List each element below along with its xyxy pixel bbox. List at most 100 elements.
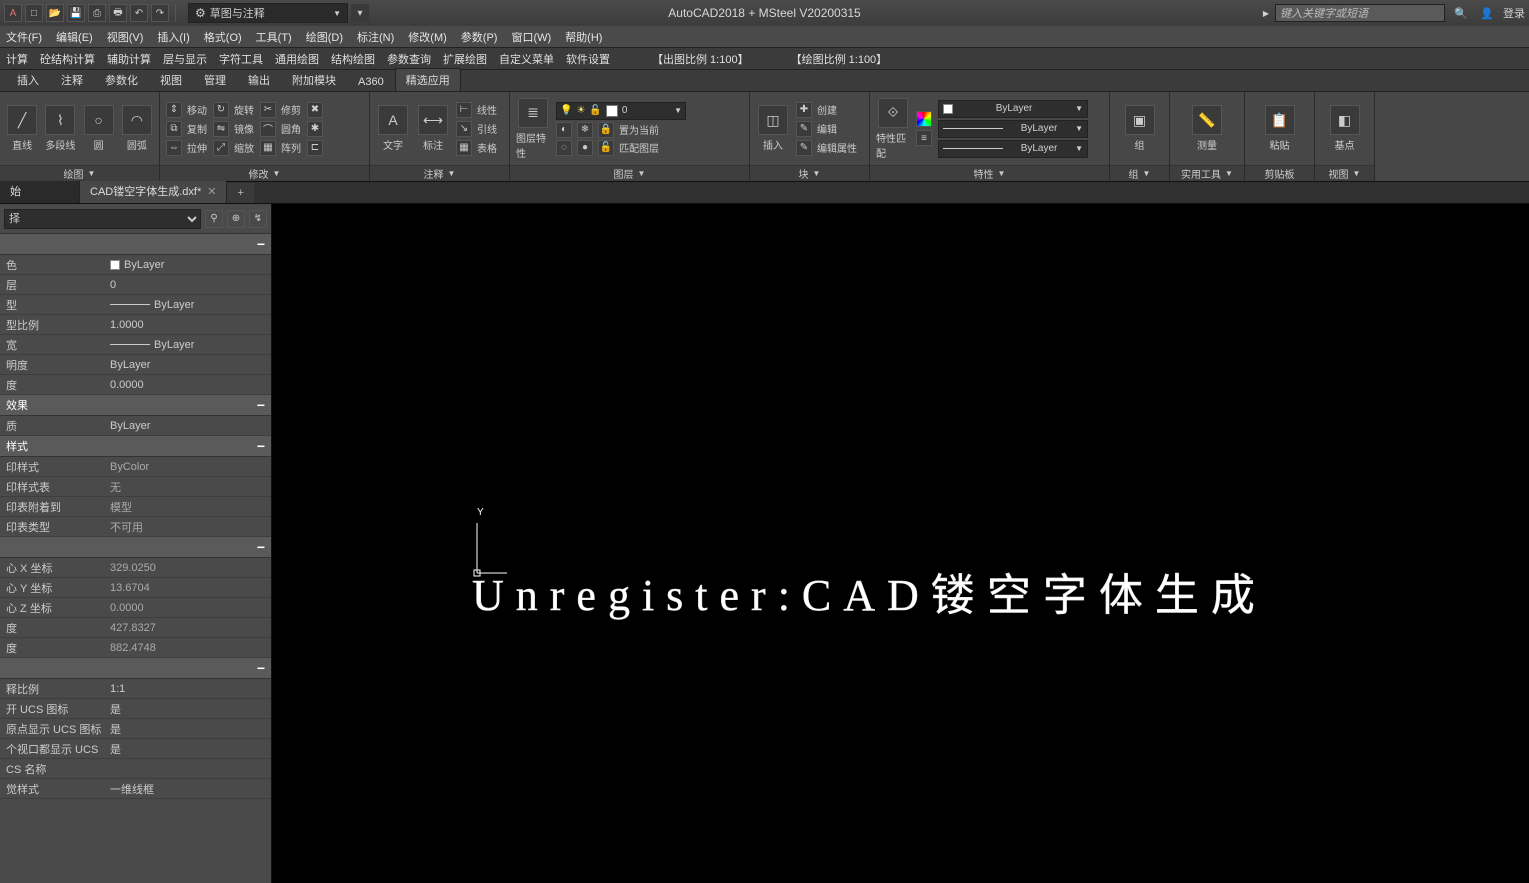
base-button[interactable]: ◧基点 <box>1328 105 1362 152</box>
print-icon[interactable]: 🖶 <box>109 4 127 22</box>
new-icon[interactable]: □ <box>25 4 43 22</box>
layer-lock-icon[interactable]: 🔒 <box>598 122 614 138</box>
selectobj-icon[interactable]: ↯ <box>249 210 267 228</box>
block-edit-button[interactable]: ✎编辑 <box>796 121 857 137</box>
move-button[interactable]: ⇕移动 <box>166 102 207 118</box>
ribtab-featured[interactable]: 精选应用 <box>395 68 461 91</box>
panel-modify-title[interactable]: 修改▼ <box>160 165 369 181</box>
menu-help[interactable]: 帮助(H) <box>565 29 602 45</box>
menu-modify[interactable]: 修改(M) <box>408 29 447 45</box>
quickselect-icon[interactable]: ⚲ <box>205 210 223 228</box>
title-right-caret-icon[interactable]: ▶ <box>1263 9 1269 18</box>
stretch-button[interactable]: ⇔拉伸 <box>166 140 207 156</box>
tb2-draw[interactable]: 通用绘图 <box>275 51 319 67</box>
cat-3d[interactable]: 效果− <box>0 395 271 416</box>
menu-file[interactable]: 文件(F) <box>6 29 42 45</box>
undo-icon[interactable]: ↶ <box>130 4 148 22</box>
mirror-button[interactable]: ⇋镜像 <box>213 121 254 137</box>
menu-draw[interactable]: 绘图(D) <box>306 29 343 45</box>
arc-button[interactable]: ◠圆弧 <box>121 105 153 152</box>
linetype-combo[interactable]: ByLayer▼ <box>938 120 1088 138</box>
dim-button[interactable]: ⟷标注 <box>416 105 450 152</box>
make-current-button[interactable]: 置为当前 <box>619 122 659 137</box>
erase-icon[interactable]: ✖ <box>307 102 323 118</box>
leader-button[interactable]: ↘引线 <box>456 121 497 137</box>
ribtab-annotate[interactable]: 注释 <box>50 68 94 91</box>
offset-icon[interactable]: ⊏ <box>307 140 323 156</box>
layer-iso-icon[interactable]: ◐ <box>556 122 572 138</box>
block-create-button[interactable]: ✚创建 <box>796 102 857 118</box>
ribtab-manage[interactable]: 管理 <box>193 68 237 91</box>
login-icon[interactable]: 👤 <box>1477 3 1497 23</box>
tb2-ext[interactable]: 扩展绘图 <box>443 51 487 67</box>
tb2-calc3[interactable]: 辅助计算 <box>107 51 151 67</box>
tb2-layer[interactable]: 层与显示 <box>163 51 207 67</box>
prop-as-value[interactable]: 1:1 <box>106 679 271 698</box>
linear-button[interactable]: ⊢线性 <box>456 102 497 118</box>
open-icon[interactable]: 📂 <box>46 4 64 22</box>
array-button[interactable]: ▦阵列 <box>260 140 301 156</box>
tb2-scale1[interactable]: 【出图比例 1:100】 <box>652 51 749 67</box>
fillet-button[interactable]: ⌒圆角 <box>260 121 301 137</box>
saveas-icon[interactable]: ⎙ <box>88 4 106 22</box>
trim-button[interactable]: ✂修剪 <box>260 102 301 118</box>
app-menu-icon[interactable]: A <box>4 4 22 22</box>
group-button[interactable]: ▣组 <box>1123 105 1157 152</box>
panel-clip-title[interactable]: 剪贴板 <box>1245 165 1314 181</box>
panel-group-title[interactable]: 组▼ <box>1110 165 1169 181</box>
menu-insert[interactable]: 插入(I) <box>157 29 189 45</box>
menu-dimension[interactable]: 标注(N) <box>357 29 394 45</box>
match-layer-button[interactable]: 匹配图层 <box>619 140 659 155</box>
menu-format[interactable]: 格式(O) <box>204 29 242 45</box>
prop-ucs2-value[interactable]: 是 <box>106 719 271 738</box>
start-tab[interactable]: 始 <box>0 179 80 203</box>
panel-view-title[interactable]: 视图▼ <box>1315 165 1374 181</box>
workspace-select[interactable]: 草图与注释 ▼ <box>188 3 348 23</box>
prop-ltype-value[interactable]: ByLayer <box>106 295 271 314</box>
layer-combo[interactable]: 💡 ☀ 🔓 0 ▼ <box>556 102 686 120</box>
pickadd-icon[interactable]: ⊕ <box>227 210 245 228</box>
layer-props-button[interactable]: ≣图层特性 <box>516 98 550 160</box>
rotate-button[interactable]: ↻旋转 <box>213 102 254 118</box>
prop-ucsn-value[interactable] <box>106 759 271 778</box>
tb2-text[interactable]: 字符工具 <box>219 51 263 67</box>
lineweight-combo[interactable]: ByLayer▼ <box>938 140 1088 158</box>
new-tab-button[interactable]: + <box>227 183 253 203</box>
scale-button[interactable]: ⤢缩放 <box>213 140 254 156</box>
color-wheel-icon[interactable] <box>916 111 932 127</box>
prop-ucs3-value[interactable]: 是 <box>106 739 271 758</box>
layer-freeze-icon[interactable]: ❄ <box>577 122 593 138</box>
login-label[interactable]: 登录 <box>1503 5 1525 21</box>
panel-props-title[interactable]: 特性▼ <box>870 165 1109 181</box>
menu-view[interactable]: 视图(V) <box>107 29 144 45</box>
prop-ltscale-value[interactable]: 1.0000 <box>106 315 271 334</box>
match-props-button[interactable]: ⟐特性匹配 <box>876 98 910 160</box>
prop-mat-value[interactable]: ByLayer <box>106 416 271 435</box>
prop-color-value[interactable]: ByLayer <box>106 255 271 274</box>
copy-button[interactable]: ⧉复制 <box>166 121 207 137</box>
ribtab-addin[interactable]: 附加模块 <box>281 68 347 91</box>
layer-off-icon[interactable]: ◌ <box>556 140 572 156</box>
tb2-custom[interactable]: 自定义菜单 <box>499 51 554 67</box>
insert-block-button[interactable]: ◫插入 <box>756 105 790 152</box>
polyline-button[interactable]: ⌇多段线 <box>44 105 76 152</box>
line-button[interactable]: ╱直线 <box>6 105 38 152</box>
ribtab-output[interactable]: 输出 <box>237 68 281 91</box>
ribtab-view[interactable]: 视图 <box>149 68 193 91</box>
table-button[interactable]: ▦表格 <box>456 140 497 156</box>
tb2-calc2[interactable]: 砼结构计算 <box>40 51 95 67</box>
ribtab-insert[interactable]: 插入 <box>6 68 50 91</box>
prop-thick-value[interactable]: 0.0000 <box>106 375 271 394</box>
text-button[interactable]: A文字 <box>376 105 410 152</box>
panel-util-title[interactable]: 实用工具▼ <box>1170 165 1244 181</box>
save-icon[interactable]: 💾 <box>67 4 85 22</box>
color-combo[interactable]: ByLayer▼ <box>938 100 1088 118</box>
ribtab-param[interactable]: 参数化 <box>94 68 149 91</box>
panel-draw-title[interactable]: 绘图▼ <box>0 165 159 181</box>
cat-general[interactable]: − <box>0 234 271 255</box>
prop-layer-value[interactable]: 0 <box>106 275 271 294</box>
explode-icon[interactable]: ✱ <box>307 121 323 137</box>
block-attr-button[interactable]: ✎编辑属性 <box>796 140 857 156</box>
close-icon[interactable]: ✕ <box>207 185 216 198</box>
prop-vs-value[interactable]: 一维线框 <box>106 779 271 798</box>
